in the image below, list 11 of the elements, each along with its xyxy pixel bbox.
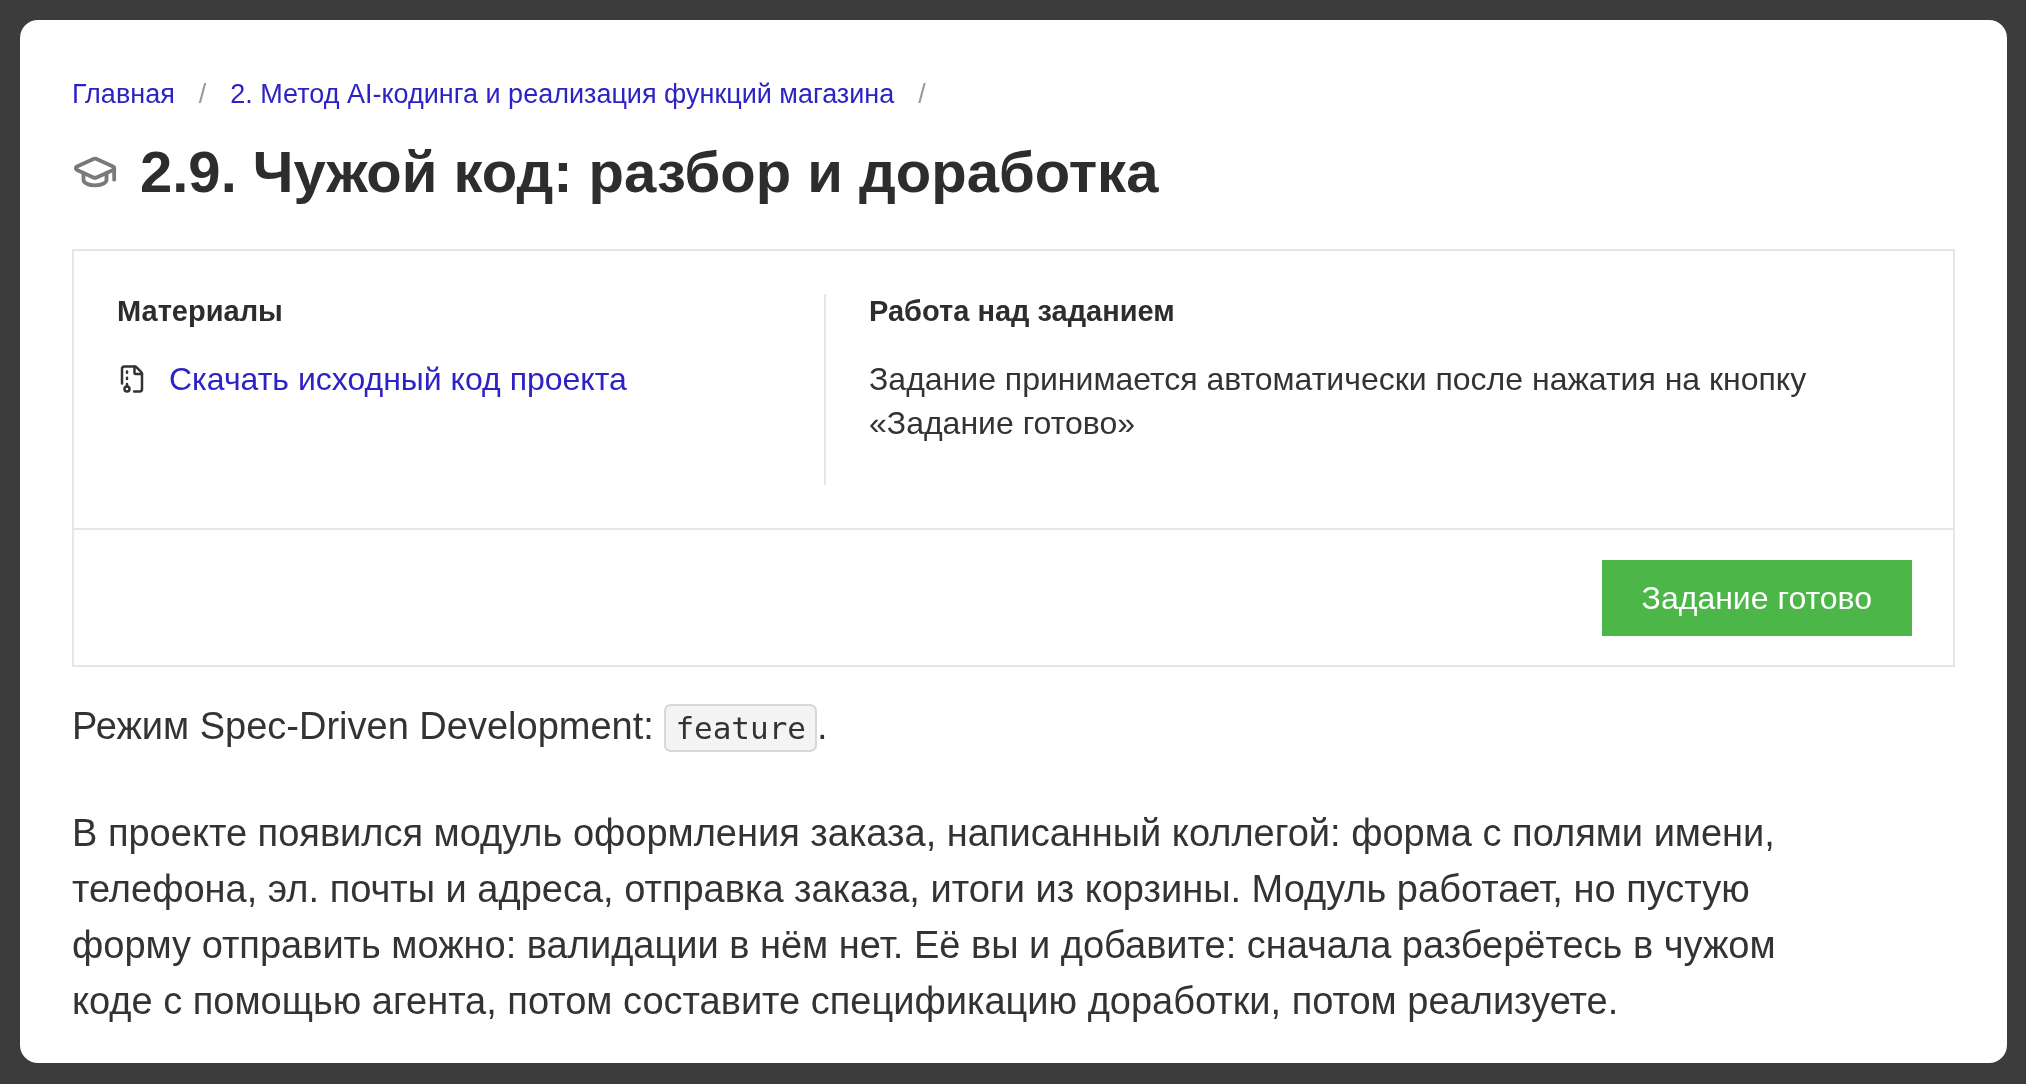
breadcrumb-link[interactable]: Главная (72, 78, 175, 110)
task-description: Задание принимается автоматически после нажатия на кнопку «Задание готово» (869, 360, 1808, 443)
body-paragraph: В проекте появился модуль оформления заказа, написанный коллегой: форма с полями имени, телефона, эл. почты и адреса, отправка заказа, итоги из корзины. Модуль работает, но пустую форму отправить можно: валидации в нём нет. Её вы и добавите: сначала разберётесь в чужом коде с помощью агента, потом составите спецификацию доработки, потом реализуете. (72, 811, 1777, 1024)
breadcrumb-separator: / (198, 78, 207, 110)
mode-sentence: Режим Spec-Driven Development: feature . (72, 698, 1955, 756)
materials-heading: Материалы (117, 294, 284, 328)
breadcrumb-separator: / (918, 78, 926, 110)
page-title: 2.9. Чужой код: разбор и доработка (140, 140, 1159, 204)
breadcrumb-link[interactable]: 2. Метод AI-кодинга и реализация функций магазина (230, 78, 895, 110)
download-link[interactable]: Скачать исходный код проекта (169, 357, 627, 401)
task-heading: Работа над заданием (869, 294, 1176, 328)
